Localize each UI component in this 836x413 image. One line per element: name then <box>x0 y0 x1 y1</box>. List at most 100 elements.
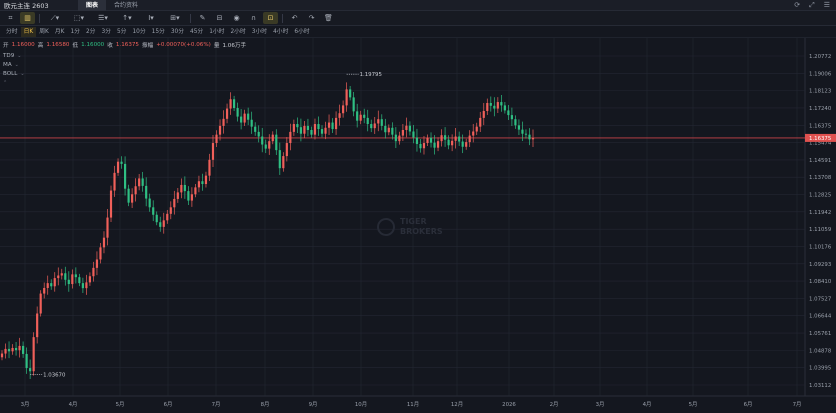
indicator-item[interactable]: MA ⌄ <box>3 61 25 70</box>
candle-body <box>436 141 440 148</box>
candle-body <box>109 190 113 218</box>
candle-body <box>489 102 492 106</box>
indicator-list: TD9 ⌄ MA ⌄ BOLL ⌄ ⌃ <box>3 52 25 88</box>
candle-body <box>92 267 95 277</box>
y-tick-label: 1.19006 <box>809 71 832 77</box>
candle-body <box>268 141 271 149</box>
candle-body <box>148 198 151 208</box>
x-tick-label: 3月 <box>596 401 605 408</box>
candle-body <box>285 143 288 157</box>
candle-body <box>531 138 535 140</box>
candle-body <box>524 133 528 135</box>
current-price-label: 1.16375 <box>809 136 831 142</box>
candle-body <box>429 137 433 143</box>
high-label: 高 <box>37 42 44 49</box>
candle-body <box>102 237 106 248</box>
y-tick-label: 1.08410 <box>809 279 832 285</box>
x-tick-label: 12月 <box>451 401 463 408</box>
candle-body <box>310 129 313 135</box>
candle-body <box>11 347 14 352</box>
candle-body <box>194 187 197 195</box>
candle-body <box>247 113 250 120</box>
chevron-down-icon[interactable]: ⌄ <box>15 61 19 70</box>
open-label: 开 <box>3 42 9 49</box>
candle-body <box>334 117 338 130</box>
indicator-name: MA <box>3 62 12 68</box>
candle-body <box>229 99 232 109</box>
candle-body <box>373 123 376 129</box>
candle-body <box>254 126 257 132</box>
candle-body <box>306 125 310 130</box>
chevron-down-icon[interactable]: ⌄ <box>17 52 21 61</box>
x-tick-label: 8月 <box>261 401 270 408</box>
candle-body <box>387 127 390 133</box>
candle-body <box>173 198 176 208</box>
candle-body <box>145 185 148 199</box>
candle-body <box>486 102 489 111</box>
low-value: 1.16000 <box>81 41 105 48</box>
candle-body <box>211 143 215 160</box>
candle-body <box>461 141 464 147</box>
candle-body <box>225 108 229 119</box>
candle-body <box>377 119 380 124</box>
candle-body <box>398 135 401 142</box>
indicator-item[interactable]: BOLL ⌄ <box>3 70 25 79</box>
candle-body <box>331 122 334 130</box>
volume-value: 1.06万手 <box>222 42 247 49</box>
candle-body <box>85 282 88 289</box>
candle-body <box>521 129 524 134</box>
watermark-text: BROKERS <box>400 227 443 236</box>
candle-body <box>479 117 482 127</box>
candle-body <box>468 135 471 143</box>
quote-info: 开 1.16000 高 1.16580 低 1.16000 收 1.16375 … <box>3 40 246 49</box>
candle-body <box>514 119 517 126</box>
candle-body <box>320 129 324 134</box>
candle-body <box>405 125 408 130</box>
candle-body <box>289 131 292 144</box>
candle-body <box>138 178 141 187</box>
candle-body <box>159 222 162 227</box>
candle-body <box>180 184 183 193</box>
candle-body <box>433 142 436 148</box>
y-tick-label: 1.20772 <box>809 54 831 60</box>
x-tick-label: 10月 <box>355 401 367 408</box>
candle-body <box>317 124 320 130</box>
candle-body <box>278 150 281 169</box>
x-tick-label: 7月 <box>793 401 802 408</box>
chevron-up-icon[interactable]: ⌃ <box>3 79 7 88</box>
candlestick-chart[interactable]: 1.207721.190061.181231.172401.163751.154… <box>0 0 836 413</box>
indicator-item[interactable]: TD9 ⌄ <box>3 52 25 61</box>
y-tick-label: 1.11059 <box>809 227 832 233</box>
candle-body <box>32 337 35 372</box>
candle-body <box>197 181 201 188</box>
candle-body <box>204 175 208 185</box>
candle-body <box>152 207 155 215</box>
candle-body <box>81 283 84 289</box>
chevron-down-icon[interactable]: ⌄ <box>20 70 24 79</box>
collapse-indicators[interactable]: ⌃ <box>3 79 25 88</box>
candle-body <box>74 274 77 278</box>
candle-body <box>201 181 204 185</box>
x-tick-label: 2月 <box>550 401 559 408</box>
candle-body <box>233 99 236 109</box>
candle-body <box>4 348 7 354</box>
high-price-label: 1.19795 <box>360 72 382 78</box>
y-tick-label: 1.16375 <box>809 123 831 129</box>
candle-body <box>510 115 513 120</box>
candle-body <box>50 283 53 287</box>
candle-body <box>264 144 267 149</box>
candle-body <box>18 345 21 351</box>
candle-body <box>218 125 222 135</box>
y-tick-label: 1.12825 <box>809 193 831 199</box>
open-value: 1.16000 <box>11 41 35 48</box>
candle-body <box>454 136 457 141</box>
candle-body <box>496 102 499 109</box>
candle-body <box>120 161 123 164</box>
candle-body <box>447 139 450 146</box>
candle-body <box>243 113 246 123</box>
y-tick-label: 1.14591 <box>809 158 831 164</box>
indicator-name: TD9 <box>3 53 15 59</box>
candle-body <box>183 184 186 192</box>
x-tick-label: 9月 <box>309 401 318 408</box>
candle-body <box>380 119 383 126</box>
